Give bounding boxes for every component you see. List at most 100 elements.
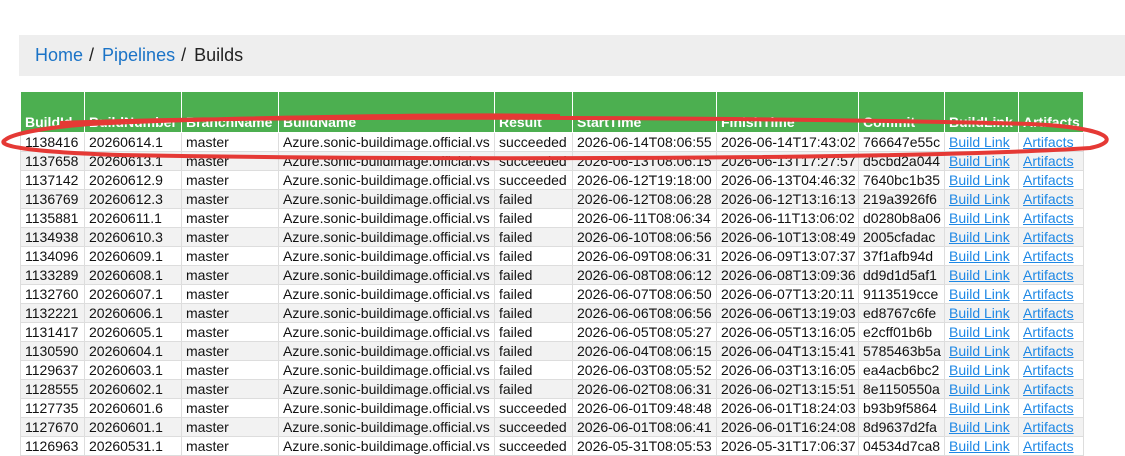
cell-buildid: 1133289 bbox=[20, 265, 85, 285]
cell-branchname: master bbox=[181, 322, 279, 342]
cell-branchname: master bbox=[181, 436, 279, 456]
breadcrumb-pipelines-link[interactable]: Pipelines bbox=[102, 45, 175, 66]
table-row: 1131417 20260605.1 master Azure.sonic-build… bbox=[20, 322, 1084, 342]
cell-buildlink: Build Link bbox=[944, 189, 1019, 209]
build-link[interactable]: Build Link bbox=[949, 172, 1010, 188]
cell-buildname: Azure.sonic-buildimage.official.vs bbox=[278, 170, 495, 190]
build-link[interactable]: Build Link bbox=[949, 248, 1010, 264]
artifacts-link[interactable]: Artifacts bbox=[1023, 248, 1074, 264]
table-row: 1129637 20260603.1 master Azure.sonic-build… bbox=[20, 360, 1084, 380]
artifacts-link[interactable]: Artifacts bbox=[1023, 343, 1074, 359]
table-row: 1127735 20260601.6 master Azure.sonic-build… bbox=[20, 398, 1084, 418]
cell-buildlink: Build Link bbox=[944, 284, 1019, 304]
artifacts-link[interactable]: Artifacts bbox=[1023, 267, 1074, 283]
cell-starttime: 2026-06-01T08:06:41 bbox=[572, 417, 717, 437]
cell-result: succeeded bbox=[494, 132, 573, 152]
cell-starttime: 2026-06-11T08:06:34 bbox=[572, 208, 717, 228]
cell-result: succeeded bbox=[494, 151, 573, 171]
cell-artifacts: Artifacts bbox=[1018, 132, 1084, 152]
build-link[interactable]: Build Link bbox=[949, 362, 1010, 378]
cell-buildlink: Build Link bbox=[944, 265, 1019, 285]
cell-buildname: Azure.sonic-buildimage.official.vs bbox=[278, 322, 495, 342]
cell-starttime: 2026-06-14T08:06:55 bbox=[572, 132, 717, 152]
artifacts-link[interactable]: Artifacts bbox=[1023, 134, 1074, 150]
cell-buildname: Azure.sonic-buildimage.official.vs bbox=[278, 360, 495, 380]
artifacts-link[interactable]: Artifacts bbox=[1023, 438, 1074, 454]
cell-branchname: master bbox=[181, 417, 279, 437]
cell-buildname: Azure.sonic-buildimage.official.vs bbox=[278, 398, 495, 418]
cell-buildname: Azure.sonic-buildimage.official.vs bbox=[278, 246, 495, 266]
cell-result: failed bbox=[494, 322, 573, 342]
build-link[interactable]: Build Link bbox=[949, 324, 1010, 340]
column-header-buildnumber: BuildNumber bbox=[84, 91, 182, 133]
table-header-row: BuildId BuildNumber BranchName BuildName… bbox=[20, 91, 1084, 133]
breadcrumb-home-link[interactable]: Home bbox=[35, 45, 83, 66]
cell-buildid: 1129637 bbox=[20, 360, 85, 380]
artifacts-link[interactable]: Artifacts bbox=[1023, 400, 1074, 416]
build-link[interactable]: Build Link bbox=[949, 400, 1010, 416]
cell-commit: 04534d7ca8 bbox=[858, 436, 945, 456]
cell-buildlink: Build Link bbox=[944, 227, 1019, 247]
build-link[interactable]: Build Link bbox=[949, 267, 1010, 283]
table-row: 1133289 20260608.1 master Azure.sonic-build… bbox=[20, 265, 1084, 285]
build-link[interactable]: Build Link bbox=[949, 305, 1010, 321]
build-link[interactable]: Build Link bbox=[949, 419, 1010, 435]
cell-buildlink: Build Link bbox=[944, 398, 1019, 418]
cell-artifacts: Artifacts bbox=[1018, 246, 1084, 266]
artifacts-link[interactable]: Artifacts bbox=[1023, 191, 1074, 207]
build-link[interactable]: Build Link bbox=[949, 191, 1010, 207]
cell-artifacts: Artifacts bbox=[1018, 398, 1084, 418]
build-link[interactable]: Build Link bbox=[949, 229, 1010, 245]
artifacts-link[interactable]: Artifacts bbox=[1023, 419, 1074, 435]
artifacts-link[interactable]: Artifacts bbox=[1023, 305, 1074, 321]
artifacts-link[interactable]: Artifacts bbox=[1023, 229, 1074, 245]
cell-finishtime: 2026-06-10T13:08:49 bbox=[716, 227, 859, 247]
cell-artifacts: Artifacts bbox=[1018, 151, 1084, 171]
build-link[interactable]: Build Link bbox=[949, 134, 1010, 150]
column-header-buildname: BuildName bbox=[278, 91, 495, 133]
cell-branchname: master bbox=[181, 341, 279, 361]
cell-branchname: master bbox=[181, 170, 279, 190]
cell-starttime: 2026-06-13T08:06:15 bbox=[572, 151, 717, 171]
cell-buildid: 1132760 bbox=[20, 284, 85, 304]
cell-buildid: 1127670 bbox=[20, 417, 85, 437]
cell-buildid: 1137142 bbox=[20, 170, 85, 190]
table-row: 1137658 20260613.1 master Azure.sonic-build… bbox=[20, 151, 1084, 171]
cell-buildname: Azure.sonic-buildimage.official.vs bbox=[278, 132, 495, 152]
artifacts-link[interactable]: Artifacts bbox=[1023, 286, 1074, 302]
build-link[interactable]: Build Link bbox=[949, 343, 1010, 359]
breadcrumb-separator: / bbox=[89, 45, 95, 65]
artifacts-link[interactable]: Artifacts bbox=[1023, 153, 1074, 169]
cell-result: succeeded bbox=[494, 398, 573, 418]
build-link[interactable]: Build Link bbox=[949, 381, 1010, 397]
cell-buildname: Azure.sonic-buildimage.official.vs bbox=[278, 341, 495, 361]
cell-branchname: master bbox=[181, 360, 279, 380]
breadcrumb: Home / Pipelines / Builds bbox=[19, 35, 1125, 76]
cell-branchname: master bbox=[181, 227, 279, 247]
cell-finishtime: 2026-06-12T13:16:13 bbox=[716, 189, 859, 209]
build-link[interactable]: Build Link bbox=[949, 153, 1010, 169]
cell-commit: 219a3926f6 bbox=[858, 189, 945, 209]
cell-commit: 8e1150550a bbox=[858, 379, 945, 399]
cell-finishtime: 2026-06-02T13:15:51 bbox=[716, 379, 859, 399]
cell-finishtime: 2026-06-08T13:09:36 bbox=[716, 265, 859, 285]
artifacts-link[interactable]: Artifacts bbox=[1023, 381, 1074, 397]
cell-buildnumber: 20260609.1 bbox=[84, 246, 182, 266]
build-link[interactable]: Build Link bbox=[949, 286, 1010, 302]
cell-starttime: 2026-05-31T08:05:53 bbox=[572, 436, 717, 456]
cell-artifacts: Artifacts bbox=[1018, 436, 1084, 456]
cell-starttime: 2026-06-01T09:48:48 bbox=[572, 398, 717, 418]
cell-buildnumber: 20260611.1 bbox=[84, 208, 182, 228]
cell-result: failed bbox=[494, 246, 573, 266]
cell-commit: 5785463b5a bbox=[858, 341, 945, 361]
artifacts-link[interactable]: Artifacts bbox=[1023, 210, 1074, 226]
cell-buildid: 1134938 bbox=[20, 227, 85, 247]
artifacts-link[interactable]: Artifacts bbox=[1023, 324, 1074, 340]
build-link[interactable]: Build Link bbox=[949, 210, 1010, 226]
cell-buildlink: Build Link bbox=[944, 322, 1019, 342]
artifacts-link[interactable]: Artifacts bbox=[1023, 172, 1074, 188]
cell-commit: ea4acb6bc2 bbox=[858, 360, 945, 380]
build-link[interactable]: Build Link bbox=[949, 438, 1010, 454]
artifacts-link[interactable]: Artifacts bbox=[1023, 362, 1074, 378]
cell-buildid: 1130590 bbox=[20, 341, 85, 361]
